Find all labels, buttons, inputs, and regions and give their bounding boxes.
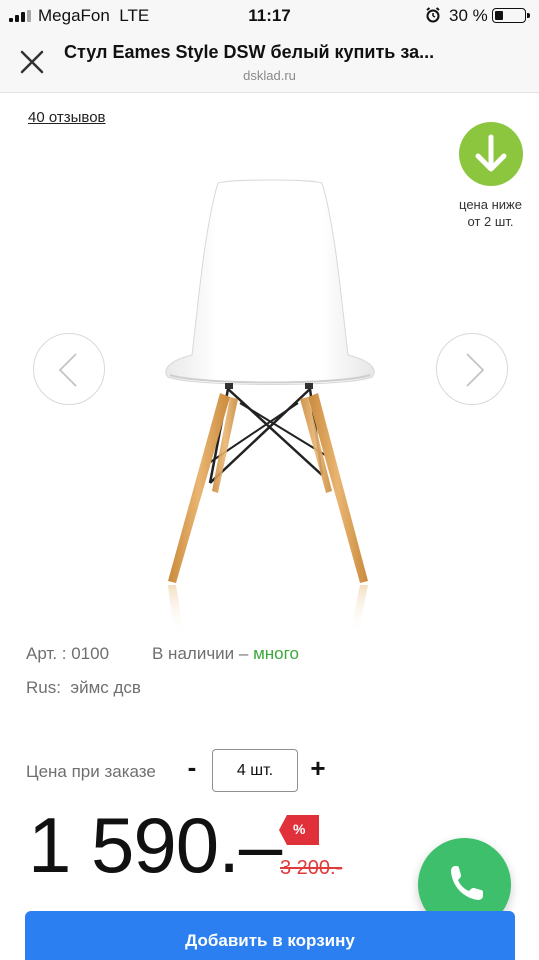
old-price: 3 200.- [280,857,343,879]
gallery-prev-button[interactable] [33,333,105,405]
rus-value: эймс дсв [70,678,141,697]
browser-header: Стул Eames Style DSW белый купить за... … [0,30,539,93]
availability-label: В наличии [152,644,235,663]
battery-percent: 30 % [449,6,488,25]
current-price: 1 590.– [28,801,282,889]
alarm-icon [426,7,440,23]
discount-symbol: % [293,821,306,837]
arrow-down-icon [458,122,523,186]
add-to-cart-button[interactable]: Добавить в корзину [25,911,515,960]
quantity-input[interactable]: 4 шт. [212,749,298,792]
bulk-price-badge[interactable]: цена ниже от 2 шт. [448,122,533,230]
chevron-right-icon [466,353,485,387]
quantity-increase-button[interactable]: + [306,753,330,783]
reviews-link[interactable]: 40 отзывов [28,109,106,126]
chevron-left-icon [58,353,77,387]
article-number: Арт. : 0100 [26,644,110,663]
availability-dash: – [238,644,249,663]
availability: В наличии – много [152,644,299,664]
status-bar: MegaFon LTE 11:17 30 % [0,0,539,30]
rus-name: Rus: эймс дсв [26,678,141,698]
order-price-label: Цена при заказе [26,762,156,781]
page-title: Стул Eames Style DSW белый купить за... [64,42,435,62]
rus-label: Rus: [26,678,61,697]
bulk-price-text: цена ниже от 2 шт. [459,197,522,229]
availability-value: много [253,644,299,663]
gallery-next-button[interactable] [436,333,508,405]
page-domain: dsklad.ru [243,68,296,83]
product-image[interactable] [110,165,430,635]
battery-icon [492,8,530,23]
quantity-decrease-button[interactable]: - [183,752,201,782]
discount-badge: % [279,815,319,845]
